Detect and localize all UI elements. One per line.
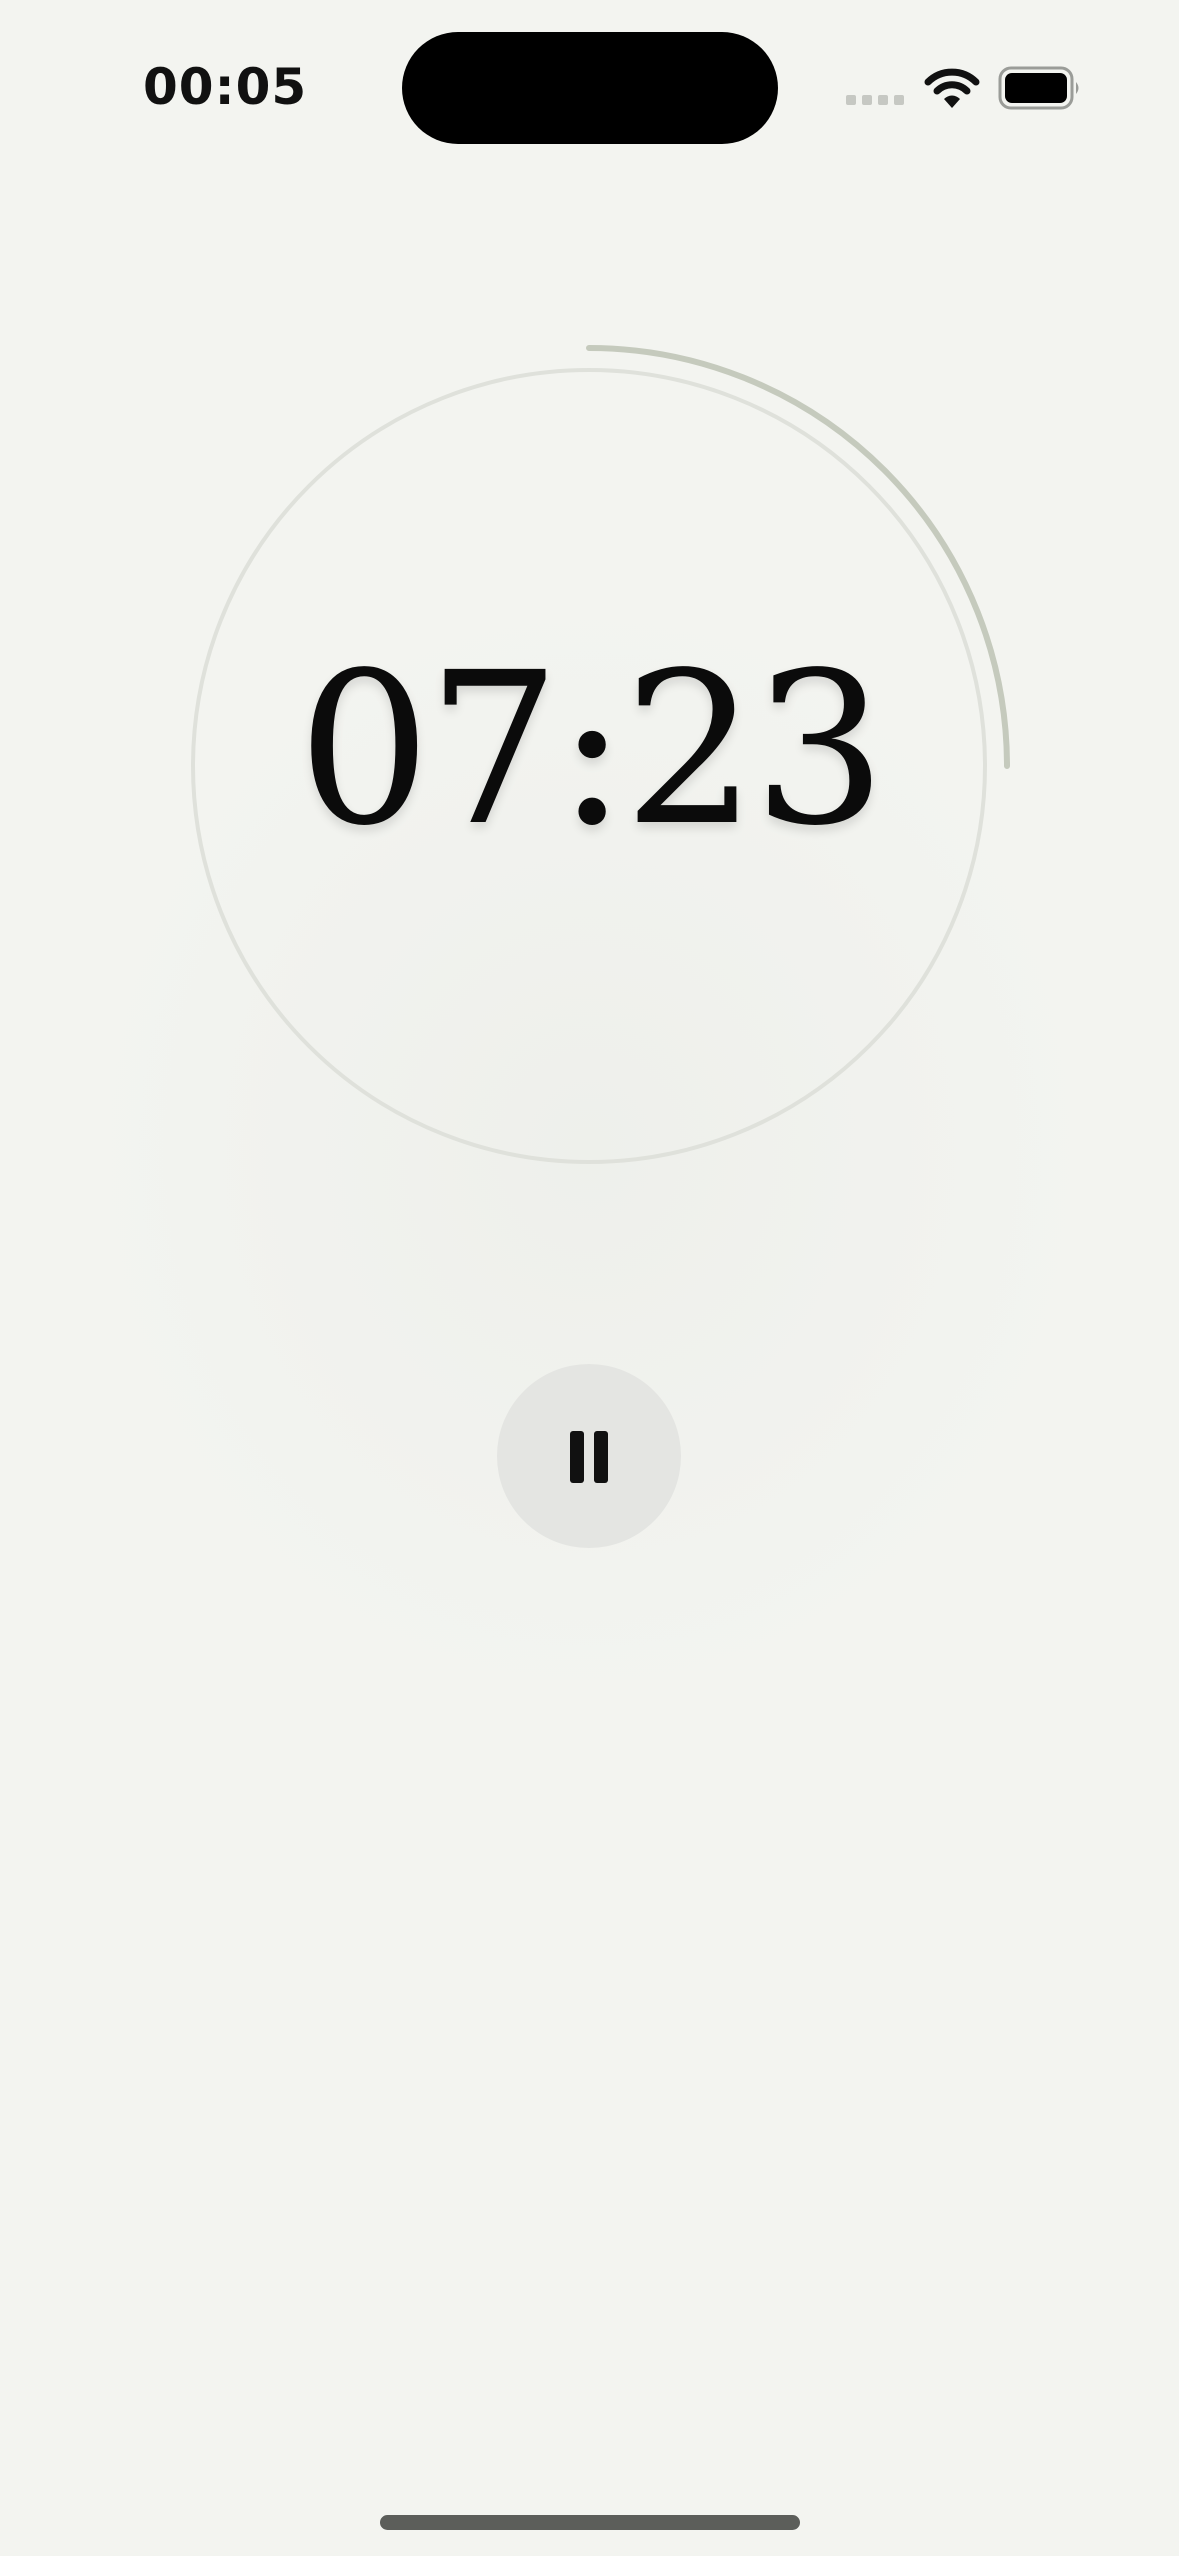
pause-icon-bar <box>594 1431 608 1483</box>
pause-button[interactable] <box>497 1364 681 1548</box>
home-indicator[interactable] <box>380 2515 800 2530</box>
timer-ring <box>191 345 1010 1164</box>
timer-display: 07:23 <box>297 627 886 872</box>
pause-icon <box>570 1431 584 1483</box>
